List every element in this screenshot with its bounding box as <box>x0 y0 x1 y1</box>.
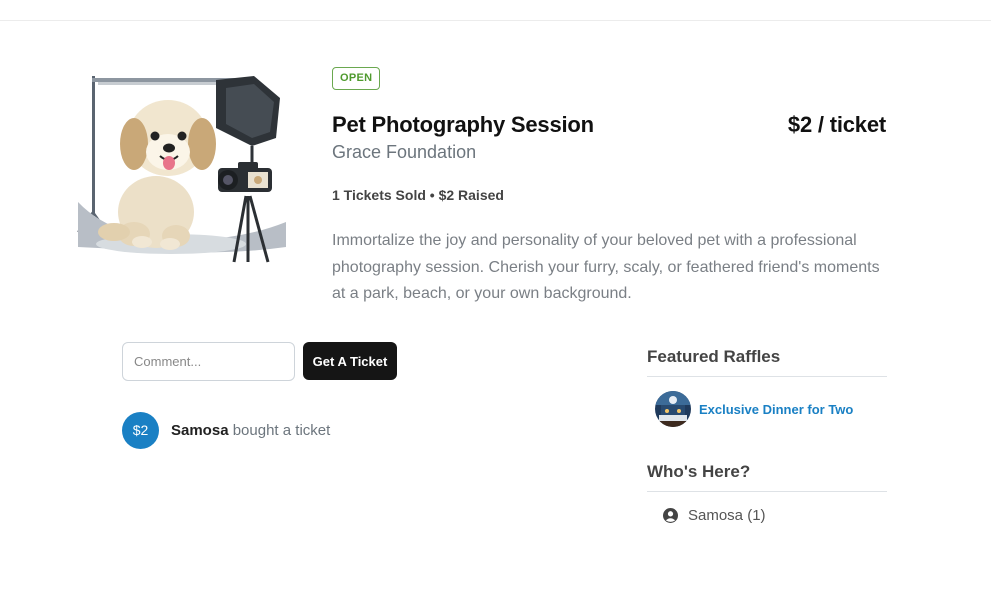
raffle-title: Pet Photography Session <box>332 112 594 137</box>
featured-raffle-item[interactable]: Exclusive Dinner for Two <box>655 391 853 427</box>
avatar: $2 <box>122 411 159 449</box>
raffle-stats: 1 Tickets Sold • $2 Raised <box>332 187 504 203</box>
feed-user-name[interactable]: Samosa <box>171 422 229 439</box>
feed-text: Samosa bought a ticket <box>171 422 330 439</box>
organization-name: Grace Foundation <box>332 142 477 162</box>
whos-here-heading: Who's Here? <box>647 462 887 492</box>
top-navbar <box>0 0 991 21</box>
comment-input[interactable] <box>122 342 295 381</box>
whos-here-item: Samosa (1) <box>663 507 766 524</box>
ticket-price: $2 / ticket <box>787 112 886 137</box>
featured-raffles-heading: Featured Raffles <box>647 347 887 377</box>
feed-item: $2 Samosa bought a ticket <box>122 411 330 449</box>
raffle-description: Immortalize the joy and personality of y… <box>332 232 880 302</box>
dinner-thumbnail-icon[interactable] <box>655 391 691 427</box>
whos-here-label: Samosa (1) <box>688 507 766 524</box>
raffle-image <box>76 72 288 268</box>
featured-raffle-link[interactable]: Exclusive Dinner for Two <box>699 402 853 417</box>
user-circle-icon <box>663 508 678 523</box>
feed-action: bought a ticket <box>228 421 331 439</box>
status-badge: OPEN <box>332 67 381 90</box>
get-ticket-button[interactable]: Get A Ticket <box>303 342 397 380</box>
